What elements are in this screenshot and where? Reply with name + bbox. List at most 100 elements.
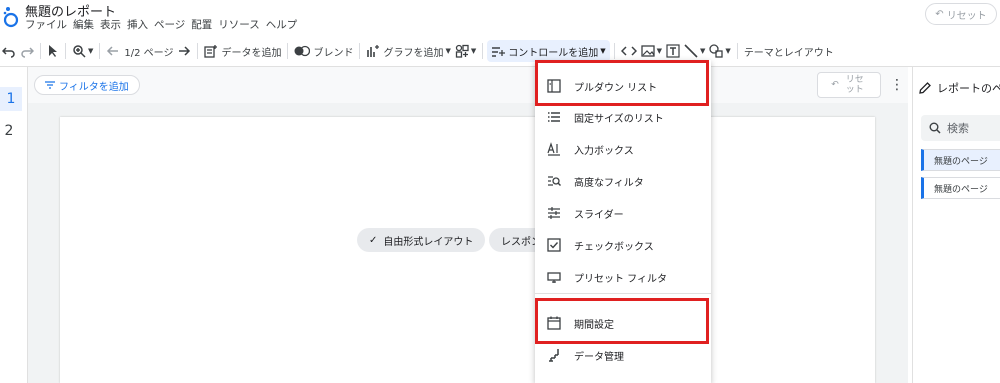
undo-button[interactable] xyxy=(0,40,18,62)
undo-arrow-icon: ↶ xyxy=(831,80,839,90)
menu-item-preset-filter[interactable]: プリセット フィルタ xyxy=(535,262,711,292)
menu-item-input-box[interactable]: 入力ボックス xyxy=(535,134,711,164)
undo-icon xyxy=(2,47,15,58)
menu-item-advanced-filter[interactable]: 高度なフィルタ xyxy=(535,166,711,196)
page-list-item[interactable]: 無題のページ xyxy=(921,177,1000,199)
menu-page[interactable]: ページ xyxy=(154,17,185,32)
freeform-layout-label: 自由形式レイアウト xyxy=(383,236,474,248)
menu-insert[interactable]: 挿入 xyxy=(127,17,148,32)
highlight-box-date-range xyxy=(535,298,709,344)
toolbar-divider xyxy=(40,43,41,59)
blend-icon xyxy=(294,45,311,57)
report-pages-panel: レポートのペ 検索 無題のページ 無題のページ xyxy=(912,67,1000,383)
components-grid-icon xyxy=(455,44,469,58)
theme-layout-button[interactable]: テーマとレイアウト xyxy=(742,40,836,62)
embed-code-button[interactable] xyxy=(619,40,639,62)
looker-studio-logo-icon xyxy=(3,7,19,28)
input-box-icon xyxy=(547,142,560,156)
advanced-filter-icon xyxy=(548,176,561,186)
fixed-list-icon xyxy=(548,112,560,122)
menu-view[interactable]: 表示 xyxy=(100,17,121,32)
shape-button[interactable]: ▼ xyxy=(707,40,732,62)
menu-item-label: スライダー xyxy=(574,210,624,221)
slider-icon xyxy=(548,207,560,219)
menu-edit[interactable]: 編集 xyxy=(73,17,94,32)
text-icon xyxy=(666,44,680,58)
menu-item-label: チェックボックス xyxy=(574,242,654,253)
page-list-item[interactable]: 無題のページ xyxy=(921,149,1000,171)
add-control-button[interactable]: コントロールを追加 ▼ xyxy=(487,40,610,62)
code-icon xyxy=(620,46,637,56)
preset-filter-icon xyxy=(547,272,561,283)
checkbox-icon xyxy=(547,238,561,252)
freeform-layout-chip[interactable]: ✓ 自由形式レイアウト xyxy=(357,228,486,252)
add-control-icon xyxy=(492,47,506,57)
menu-resource[interactable]: リソース xyxy=(218,17,259,32)
menu-help[interactable]: ヘルプ xyxy=(266,17,298,32)
menu-file[interactable]: ファイル xyxy=(25,17,67,32)
line-icon xyxy=(684,44,698,58)
chevron-down-icon: ▼ xyxy=(656,47,663,55)
select-tool-button[interactable] xyxy=(45,40,61,62)
pencil-icon[interactable] xyxy=(919,82,931,94)
text-button[interactable] xyxy=(664,40,682,62)
add-chart-label: グラフを追加 xyxy=(383,47,444,59)
canvas-reset-button[interactable]: ↶ リセット xyxy=(817,72,881,98)
line-button[interactable]: ▼ xyxy=(682,40,707,62)
search-placeholder: 検索 xyxy=(947,122,969,135)
shapes-icon xyxy=(709,44,724,58)
page-search-input[interactable]: 検索 xyxy=(921,115,1000,141)
page-number-1[interactable]: 1 xyxy=(0,87,22,111)
chevron-down-icon: ▼ xyxy=(88,47,94,55)
page-indicator: 1/2 ページ xyxy=(124,47,174,59)
add-chart-button[interactable]: グラフを追加 ▼ xyxy=(364,40,452,62)
add-component-button[interactable]: ▼ xyxy=(453,40,478,62)
menu-item-label: 入力ボックス xyxy=(574,146,634,157)
menu-arrange[interactable]: 配置 xyxy=(191,17,212,32)
blend-label: ブレンド xyxy=(313,47,354,59)
add-filter-label: フィルタを追加 xyxy=(59,81,129,93)
add-data-label: データを追加 xyxy=(221,47,282,59)
menu-item-slider[interactable]: スライダー xyxy=(535,198,711,228)
menu-item-label: プリセット フィルタ xyxy=(574,274,667,285)
report-page-canvas[interactable]: ✓ 自由形式レイアウト レスポンシブ レ xyxy=(60,117,875,383)
chevron-down-icon: ▼ xyxy=(470,47,477,55)
more-vert-icon[interactable]: ⋮ xyxy=(890,77,904,93)
menu-divider xyxy=(535,293,711,294)
toolbar-divider xyxy=(99,43,101,59)
page-thumbnail-column: 1 2 xyxy=(0,67,28,383)
next-page-button[interactable] xyxy=(175,40,193,62)
redo-icon xyxy=(21,47,34,58)
toolbar-divider xyxy=(197,43,199,59)
menu-item-label: 高度なフィルタ xyxy=(574,178,644,189)
menu-item-data-control[interactable]: データ管理 xyxy=(535,340,711,370)
menu-item-fixed-list[interactable]: 固定サイズのリスト xyxy=(535,102,711,132)
highlight-box-dropdown-list xyxy=(535,60,709,106)
reset-label: リセット xyxy=(946,10,987,22)
panel-header: レポートのペ xyxy=(919,80,1000,96)
zoom-button[interactable]: ▼ xyxy=(70,40,95,62)
chevron-down-icon: ▼ xyxy=(600,47,606,55)
blend-button[interactable]: ブレンド xyxy=(292,40,355,62)
cursor-icon xyxy=(49,45,57,57)
page-number-2[interactable]: 2 xyxy=(0,121,18,141)
panel-title: レポートのペ xyxy=(937,82,1000,95)
add-control-label: コントロールを追加 xyxy=(508,47,599,59)
previous-page-button[interactable] xyxy=(104,40,122,62)
arrow-left-icon xyxy=(107,46,119,56)
canvas-area: フィルタを追加 ↶ リセット ⋮ ✓ 自由形式レイアウト レスポンシブ レ xyxy=(28,67,908,383)
chevron-down-icon: ▼ xyxy=(445,47,451,55)
menu-item-label: 固定サイズのリスト xyxy=(574,114,664,125)
menu-bar: ファイル 編集 表示 挿入 ページ 配置 リソース ヘルプ xyxy=(25,17,303,32)
reset-button[interactable]: ↶ リセット xyxy=(925,3,997,25)
add-data-icon xyxy=(204,45,218,58)
image-button[interactable]: ▼ xyxy=(639,40,664,62)
redo-button[interactable] xyxy=(18,40,36,62)
search-icon xyxy=(929,122,941,134)
menu-item-checkbox[interactable]: チェックボックス xyxy=(535,230,711,260)
add-data-button[interactable]: データを追加 xyxy=(202,40,283,62)
toolbar-divider xyxy=(359,43,361,59)
toolbar-divider xyxy=(65,43,66,59)
zoom-in-icon xyxy=(73,45,86,58)
add-filter-button[interactable]: フィルタを追加 xyxy=(34,75,140,95)
